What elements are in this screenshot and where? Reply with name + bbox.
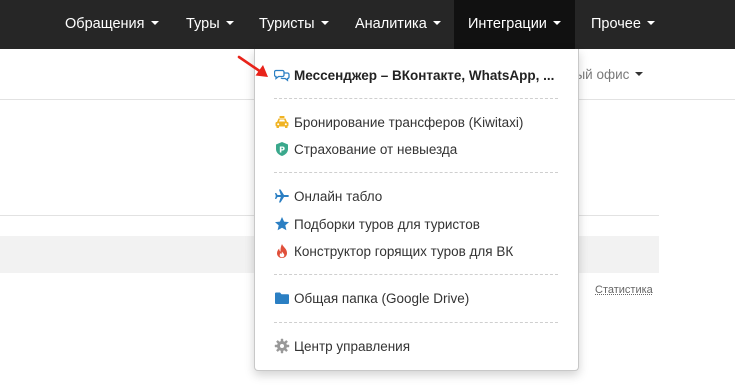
menu-item-online-board[interactable]: Онлайн табло [274, 186, 382, 208]
caret-down-icon [635, 72, 644, 77]
top-navbar: Обращения Туры Туристы Аналитика Интегра… [0, 0, 735, 49]
menu-item-hot-tours-builder[interactable]: Конструктор горящих туров для ВК [274, 241, 513, 263]
nav-label: Туристы [259, 16, 315, 32]
taxi-icon [274, 114, 290, 130]
menu-item-label: Страхование от невыезда [294, 142, 458, 157]
nav-label: Прочее [591, 16, 641, 32]
nav-analitika[interactable]: Аналитика [355, 0, 441, 49]
caret-down-icon [150, 21, 159, 26]
menu-item-label: Общая папка (Google Drive) [294, 291, 470, 306]
menu-item-label: Мессенджер – ВКонтакте, WhatsApp, ... [294, 68, 555, 83]
menu-item-label: Центр управления [294, 339, 411, 354]
gear-icon [274, 338, 290, 354]
nav-integratsii[interactable]: Интеграции [454, 0, 575, 49]
menu-item-label: Онлайн табло [294, 189, 383, 204]
caret-down-icon [646, 21, 655, 26]
nav-obrashcheniya[interactable]: Обращения [65, 0, 159, 49]
statistics-link[interactable]: Статистика [595, 284, 653, 296]
integrations-dropdown: Мессенджер – ВКонтакте, WhatsApp, ... Бр… [254, 49, 579, 371]
menu-item-label: Подборки туров для туристов [294, 217, 480, 232]
menu-item-shared-folder[interactable]: Общая папка (Google Drive) [274, 288, 469, 310]
caret-down-icon [432, 21, 441, 26]
nav-label: Обращения [65, 16, 145, 32]
svg-text:P: P [279, 146, 285, 155]
shield-icon: P [274, 141, 290, 157]
menu-item-tour-selections[interactable]: Подборки туров для туристов [274, 214, 480, 236]
caret-down-icon [320, 21, 329, 26]
menu-item-insurance[interactable]: P Страхование от невыезда [274, 139, 457, 161]
star-icon [274, 216, 290, 232]
menu-item-control-center[interactable]: Центр управления [274, 336, 410, 358]
nav-turisty[interactable]: Туристы [259, 0, 329, 49]
nav-label: Интеграции [468, 16, 547, 32]
folder-icon [274, 290, 290, 306]
menu-separator [274, 172, 558, 173]
fire-icon [274, 243, 290, 259]
nav-label: Туры [186, 16, 220, 32]
menu-item-label: Конструктор горящих туров для ВК [294, 244, 514, 259]
chat-bubbles-icon [273, 67, 290, 83]
menu-item-label: Бронирование трансферов (Kiwitaxi) [294, 115, 524, 130]
airplane-icon [274, 188, 290, 204]
menu-separator [274, 98, 558, 99]
menu-item-messenger[interactable]: Мессенджер – ВКонтакте, WhatsApp, ... [273, 65, 555, 87]
menu-separator [274, 274, 558, 275]
caret-down-icon [225, 21, 234, 26]
nav-tury[interactable]: Туры [186, 0, 234, 49]
office-selector[interactable]: ный офис [568, 67, 644, 82]
caret-down-icon [552, 21, 561, 26]
menu-item-kiwitaxi[interactable]: Бронирование трансферов (Kiwitaxi) [274, 112, 523, 134]
menu-separator [274, 322, 558, 323]
nav-label: Аналитика [355, 16, 427, 32]
nav-prochee[interactable]: Прочее [591, 0, 655, 49]
annotation-arrow-icon [237, 55, 268, 77]
